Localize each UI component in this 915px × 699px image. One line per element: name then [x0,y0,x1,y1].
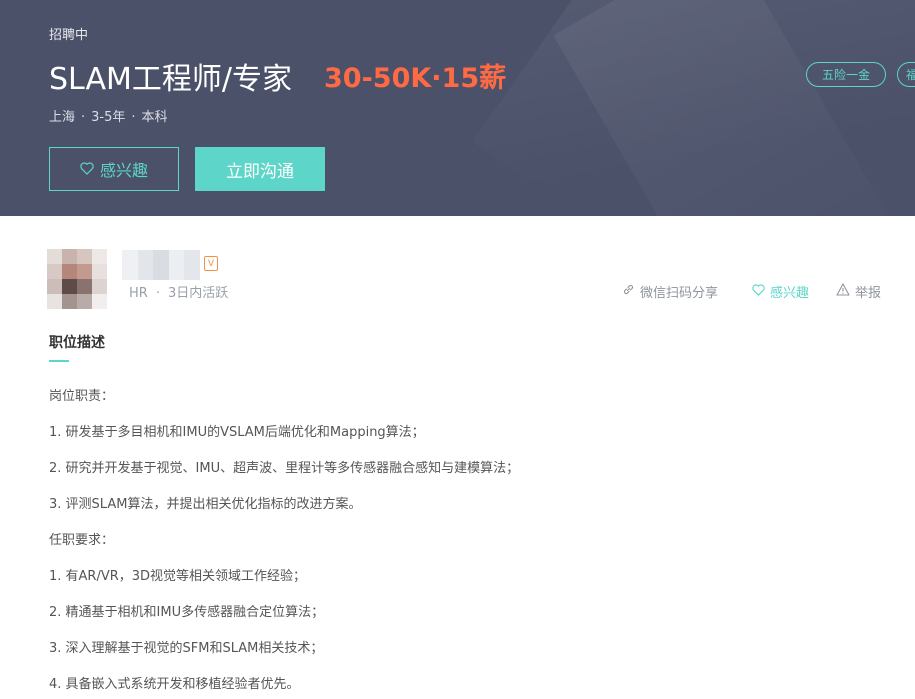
job-education: 本科 [141,110,168,125]
share-wechat-button[interactable]: 微信扫码分享 [622,282,718,301]
avatar[interactable] [47,249,107,309]
report-label: 举报 [855,286,882,301]
heading-underline [49,360,69,362]
chat-now-button[interactable]: 立即沟通 [195,147,325,191]
link-icon [622,283,635,300]
interest-button[interactable]: 感兴趣 [49,147,179,191]
recruiter-name-blurred [122,250,200,280]
share-label: 微信扫码分享 [640,286,719,301]
interest-button-label: 感兴趣 [99,161,148,180]
description-line: 1. 有AR/VR，3D视觉等相关领域工作经验； [49,569,307,584]
job-salary: 30-50K·15薪 [324,63,507,94]
report-button[interactable]: 举报 [836,282,881,301]
job-location: 上海 [49,110,76,125]
description-line: 2. 研究并开发基于视觉、IMU、超声波、里程计等多传感器融合感知与建模算法； [49,461,520,476]
description-line: 1. 研发基于多目相机和IMU的VSLAM后端优化和Mapping算法； [49,425,425,440]
description-line: 3. 评测SLAM算法，并提出相关优化指标的改进方案。 [49,497,362,512]
verified-badge: V [204,256,218,271]
job-header-banner: 招聘中 SLAM工程师/专家 30-50K·15薪 上海 · 3-5年 · 本科 感兴趣… [0,0,915,216]
job-experience: 3-5年 [91,110,126,125]
interest-link[interactable]: 感兴趣 [752,282,809,301]
recruiter-activity: 3日内活跃 [167,286,229,301]
heart-icon [80,160,94,179]
description-line: 2. 精通基于相机和IMU多传感器融合定位算法； [49,605,325,620]
description-line: 3. 深入理解基于视觉的SFM和SLAM相关技术； [49,641,324,656]
recruiter-role: HR [129,286,148,301]
description-line: 岗位职责： [49,389,115,404]
heart-icon [752,283,765,300]
warning-icon [836,283,850,300]
job-status: 招聘中 [49,28,89,43]
benefit-tag: 福 [897,62,915,87]
job-requirements: 上海 · 3-5年 · 本科 [49,110,168,125]
recruiter-info: HR · 3日内活跃 [129,286,229,301]
benefit-tag: 五险一金 [806,62,886,87]
description-line: 4. 具备嵌入式系统开发和移植经验者优先。 [49,677,300,692]
description-line: 任职要求： [49,533,115,548]
interest-link-label: 感兴趣 [770,286,810,301]
job-title: SLAM工程师/专家 [49,62,292,97]
job-description-heading: 职位描述 [49,335,105,351]
